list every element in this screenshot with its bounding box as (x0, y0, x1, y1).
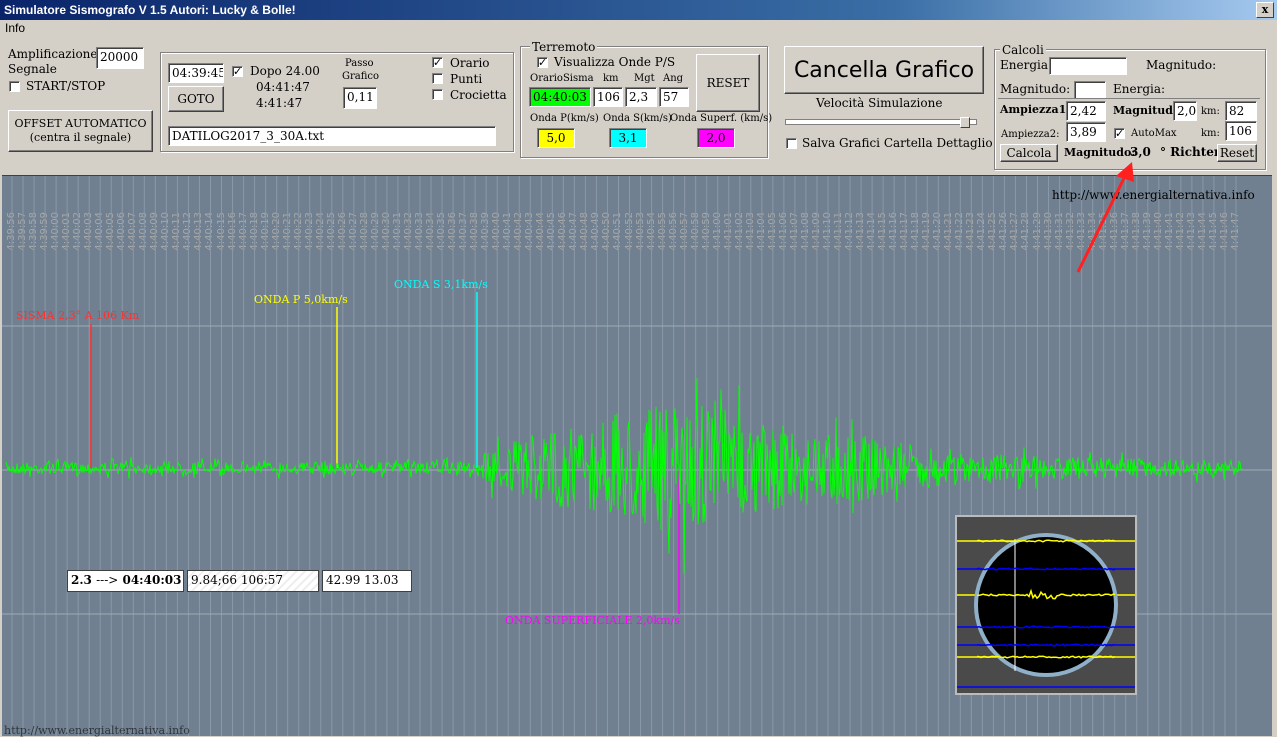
dopo-checkbox[interactable]: ✓ (232, 66, 243, 77)
magnitudo-label-3: Magnitudo (1113, 104, 1181, 117)
amplification-input[interactable]: 20000 (96, 47, 144, 69)
orario-checkbox[interactable]: ✓ (432, 57, 443, 68)
onda-superf-event-label: ONDA SUPERFICIALE 2,0km/s (505, 614, 680, 627)
info-time: 04:40:03 (122, 573, 182, 587)
salva-checkbox[interactable] (786, 138, 797, 149)
km-input-1[interactable]: 82 (1225, 101, 1257, 121)
onda-superf-field[interactable]: 2,0 (697, 128, 735, 148)
punti-checkbox[interactable] (432, 73, 443, 84)
divider (998, 98, 1260, 99)
mgt-field[interactable]: 2,3 (625, 87, 657, 107)
col-km-label: km (603, 73, 619, 84)
onda-p-label: Onda P(km/s) (530, 113, 599, 124)
file-input[interactable]: DATILOG2017_3_30A.txt (168, 126, 496, 146)
onda-s-label: Onda S(km/s) (603, 113, 672, 124)
calcoli-title: Calcoli (1000, 43, 1046, 57)
magnitudo-result-label: Magnitudo: (1064, 146, 1136, 159)
time-input[interactable]: 04:39:45 (168, 63, 224, 83)
ang-field[interactable]: 57 (659, 87, 689, 107)
title-bar: Simulatore Sismografo V 1.5 Autori: Luck… (0, 0, 1277, 20)
offset-automatico-button[interactable]: OFFSET AUTOMATICO (centra il segnale) (8, 110, 153, 152)
goto-button[interactable]: GOTO (168, 86, 224, 112)
automax-checkbox[interactable]: ✓ (1114, 128, 1125, 139)
km-field[interactable]: 106 (593, 87, 623, 107)
sisma-event-label: SISMA 2,3° A 106 Km (16, 309, 140, 322)
crocietta-checkbox[interactable] (432, 89, 443, 100)
close-button[interactable]: x (1256, 2, 1274, 18)
offset-label-2: (centra il segnale) (29, 131, 132, 144)
crocietta-label: Crocietta (450, 88, 507, 102)
col-ang-label: Ang (663, 73, 684, 84)
info-arrow: ---> (96, 573, 119, 587)
detail-scope-canvas (957, 517, 1135, 693)
time-a-label: 04:41:47 (256, 80, 310, 94)
info-other: 42.99 13.03 (322, 570, 412, 592)
energia-label: Energia (1000, 58, 1048, 72)
calcola-button[interactable]: Calcola (1000, 144, 1058, 162)
energia-label-2: Energia: (1113, 82, 1166, 96)
km-input-2[interactable]: 106 (1225, 121, 1257, 141)
detail-scope[interactable] (955, 515, 1137, 695)
passo-label-1: Passo (345, 58, 374, 69)
visualizza-label: Visualizza Onde P/S (554, 55, 676, 69)
velocita-slider[interactable] (785, 117, 977, 129)
onda-p-event-label: ONDA P 5,0km/s (254, 293, 348, 306)
orario-label: Orario (450, 56, 490, 70)
magnitudo-value-input[interactable]: 2,0 (1173, 101, 1197, 121)
amplification-label-2: Segnale (8, 62, 57, 76)
scope-trace-detail (977, 643, 1116, 647)
time-b-label: 4:41:47 (256, 96, 303, 110)
col-orario-label: OrarioSisma (530, 73, 594, 84)
km-label-2: km: (1201, 128, 1220, 139)
passo-label-2: Grafico (342, 71, 380, 82)
magnitudo-result-value: 3,0 (1130, 145, 1151, 159)
energia-input[interactable] (1049, 57, 1127, 75)
info-mag: 2.3 (71, 573, 92, 587)
passo-input[interactable]: 0,11 (343, 87, 377, 109)
onda-superf-label: Onda Superf. (km/s) (670, 113, 773, 124)
col-mgt-label: Mgt (634, 73, 655, 84)
orario-sisma-field[interactable]: 04:40:03 (529, 87, 591, 107)
magnitudo-label-2: Magnitudo: (1000, 82, 1071, 96)
annotation-arrow (1076, 162, 1134, 273)
ampiezza2-input[interactable]: 3,89 (1066, 122, 1106, 142)
onda-p-field[interactable]: 5,0 (537, 128, 575, 148)
richter-label: ° Richter (1160, 145, 1221, 159)
info-box: 2.3 ---> 04:40:03 9.84;66 106:57 42.99 1… (67, 570, 413, 592)
terremoto-title: Terremoto (530, 40, 598, 54)
bottom-url: http://www.energialternativa.info (4, 724, 190, 737)
salva-label: Salva Grafici Cartella Dettaglio (802, 136, 993, 150)
scope-lens (974, 533, 1118, 677)
onda-s-event-label: ONDA S 3,1km/s (394, 278, 488, 291)
velocita-label: Velocità Simulazione (816, 96, 943, 110)
ampiezza1-label: Ampiezza1: (1000, 103, 1071, 116)
menu-info[interactable]: Info (0, 21, 25, 35)
menu-bar: Info (0, 20, 1277, 36)
visualizza-checkbox[interactable]: ✓ (537, 57, 548, 68)
amplification-label-1: Amplificazione (8, 47, 98, 61)
slider-track (785, 119, 977, 125)
ampiezza2-label: Ampiezza2: (1001, 129, 1060, 140)
startstop-label: START/STOP (26, 79, 106, 93)
info-mag-time: 2.3 ---> 04:40:03 (67, 570, 184, 592)
terremoto-reset-button[interactable]: RESET (696, 54, 760, 112)
slider-thumb[interactable] (960, 117, 970, 128)
punti-label: Punti (450, 72, 483, 86)
onda-s-field[interactable]: 3,1 (609, 128, 647, 148)
calcoli-reset-button[interactable]: Reset (1217, 144, 1257, 162)
cancella-grafico-button[interactable]: Cancella Grafico (784, 46, 984, 94)
automax-label: AutoMax (1131, 128, 1177, 139)
startstop-checkbox[interactable] (9, 81, 20, 92)
dopo-label: Dopo 24.00 (250, 64, 320, 78)
km-label-1: km: (1201, 106, 1220, 117)
offset-label-1: OFFSET AUTOMATICO (14, 117, 147, 130)
info-coords: 9.84;66 106:57 (187, 570, 319, 592)
window-title: Simulatore Sismografo V 1.5 Autori: Luck… (4, 3, 296, 17)
magnitudo-input[interactable] (1074, 81, 1106, 99)
ampiezza1-input[interactable]: 2,42 (1066, 101, 1106, 121)
magnitudo-label-top: Magnitudo: (1146, 58, 1217, 72)
